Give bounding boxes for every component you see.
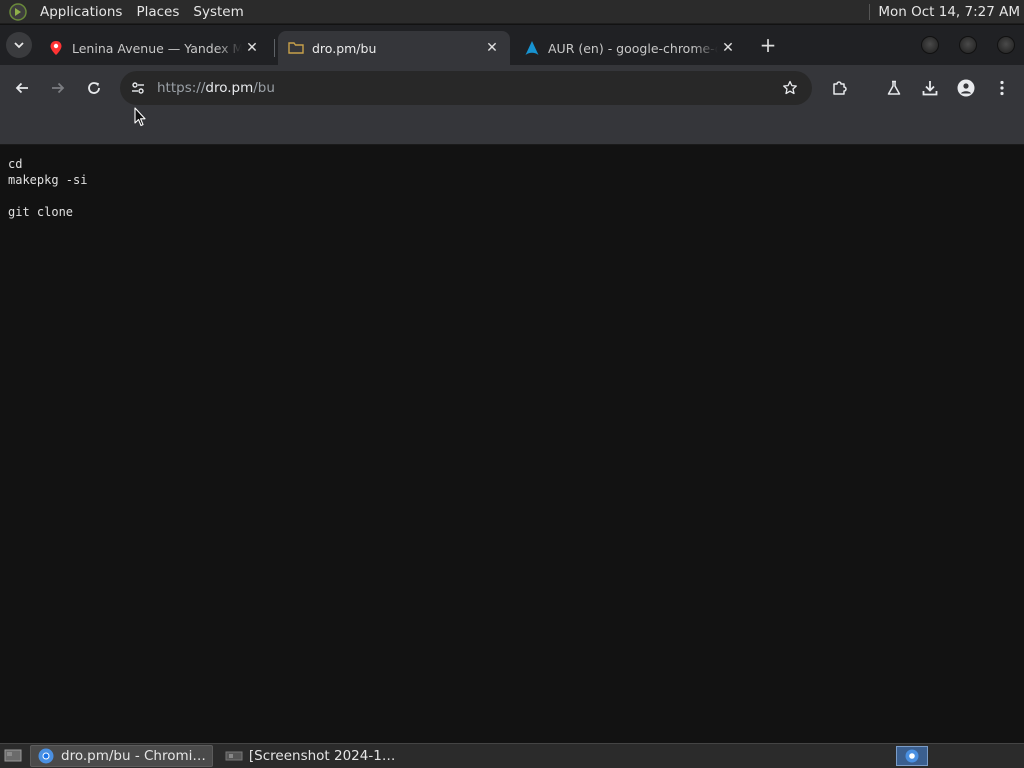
url-scheme: https:// [157, 80, 206, 96]
tab-strip: Lenina Avenue — Yandex Ma ✕ dro.pm/bu ✕ … [0, 25, 1024, 65]
folder-icon [288, 40, 304, 56]
download-icon[interactable] [918, 76, 942, 100]
taskbar-item-chromium[interactable]: dro.pm/bu - Chromi… [30, 745, 213, 767]
site-settings-tune-icon[interactable] [126, 76, 150, 100]
distro-logo-icon[interactable] [8, 2, 28, 22]
screenshot-icon [225, 747, 243, 765]
text-line: makepkg -si [8, 173, 88, 187]
text-line: git clone [8, 205, 74, 219]
taskbar-item-label: dro.pm/bu - Chromi… [61, 748, 206, 764]
minimize-window-button[interactable] [921, 36, 939, 54]
reload-icon[interactable] [82, 76, 106, 100]
tab-divider [274, 39, 275, 57]
mouse-pointer-icon [134, 107, 146, 131]
tab-title: AUR (en) - google-chrome-d [548, 40, 718, 56]
new-tab-plus-icon[interactable]: + [756, 33, 780, 57]
browser-toolbar: https://dro.pm/bu [0, 65, 1024, 111]
close-tab-icon[interactable]: ✕ [482, 38, 502, 58]
url-text[interactable]: https://dro.pm/bu [157, 80, 778, 96]
panel-separator [869, 3, 871, 20]
tab-search-button[interactable] [6, 32, 32, 58]
maximize-window-button[interactable] [959, 36, 977, 54]
tab-dro-pm[interactable]: dro.pm/bu ✕ [278, 31, 510, 65]
address-bar[interactable]: https://dro.pm/bu [120, 71, 812, 105]
chromium-icon [905, 749, 919, 763]
tab-aur[interactable]: AUR (en) - google-chrome-d ✕ [514, 31, 746, 65]
arch-linux-icon [524, 40, 540, 56]
close-tab-icon[interactable]: ✕ [242, 38, 262, 58]
clock[interactable]: Mon Oct 14, 7:27 AM [878, 4, 1024, 20]
url-path: /bu [253, 80, 275, 96]
tab-title: dro.pm/bu [312, 40, 377, 56]
show-desktop-icon[interactable] [2, 746, 24, 766]
applications-menu[interactable]: Applications [33, 4, 129, 20]
page-content: cd makepkg -si git clone [0, 146, 1024, 742]
more-menu-icon[interactable] [990, 76, 1014, 100]
tab-yandex-maps[interactable]: Lenina Avenue — Yandex Ma ✕ [38, 31, 270, 65]
bookmarks-bar [0, 111, 1024, 145]
chevron-down-icon [14, 42, 24, 49]
forward-arrow-icon[interactable] [46, 76, 70, 100]
extensions-puzzle-icon[interactable] [828, 76, 852, 100]
bookmark-star-icon[interactable] [778, 76, 802, 100]
bottom-taskbar: dro.pm/bu - Chromi… [Screenshot 2024-1… [0, 743, 1024, 768]
taskbar-item-label: [Screenshot 2024-1… [248, 748, 396, 764]
text-line: cd [8, 157, 23, 171]
profile-avatar-icon[interactable] [954, 76, 978, 100]
back-arrow-icon[interactable] [10, 76, 34, 100]
top-panel: Applications Places System Mon Oct 14, 7… [0, 0, 1024, 24]
system-menu[interactable]: System [186, 4, 250, 20]
text-line [8, 188, 87, 204]
close-tab-icon[interactable]: ✕ [718, 38, 738, 58]
map-pin-icon [48, 40, 64, 56]
chromium-icon [37, 747, 55, 765]
close-window-button[interactable] [997, 36, 1015, 54]
places-menu[interactable]: Places [129, 4, 186, 20]
labs-flask-icon[interactable] [882, 76, 906, 100]
workspace-switcher[interactable] [896, 746, 928, 766]
taskbar-item-screenshot[interactable]: [Screenshot 2024-1… [219, 745, 401, 767]
plain-text-body: cd makepkg -si git clone [8, 156, 87, 220]
tab-title: Lenina Avenue — Yandex Ma [72, 40, 242, 56]
url-host: dro.pm [205, 80, 254, 96]
